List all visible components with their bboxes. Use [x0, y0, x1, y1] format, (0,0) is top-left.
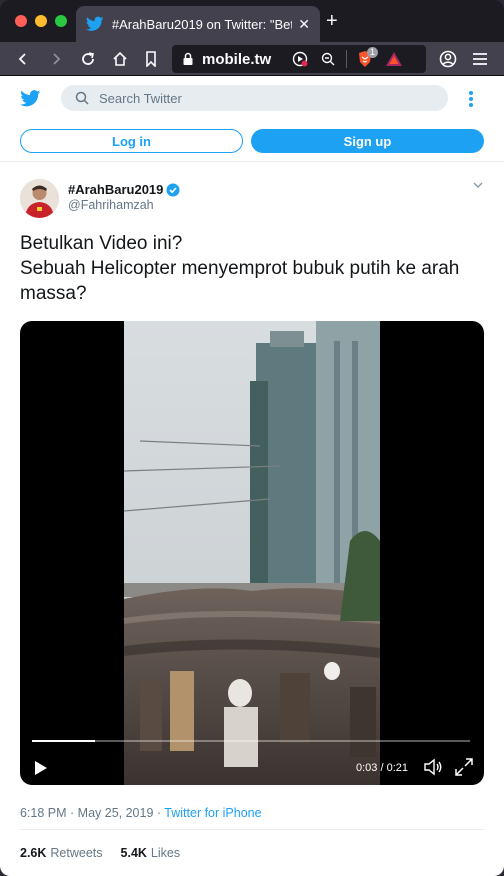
new-tab-button[interactable]: +	[326, 11, 338, 31]
browser-window: #ArahBaru2019 on Twitter: "Betu ✕ + mobi…	[0, 0, 504, 876]
nav-toolbar: mobile.tw 1	[0, 42, 504, 76]
video-progress-track[interactable]	[32, 740, 470, 742]
web-page: Search Twitter Log in Sign up #ArahBaru2…	[0, 76, 504, 876]
profile-button[interactable]	[438, 49, 458, 69]
tweet-text-line-2: Sebuah Helicopter menyemprot bubuk putih…	[20, 258, 460, 304]
more-options-icon[interactable]	[468, 90, 474, 108]
tweet-metadata: 6:18 PM · May 25, 2019 · Twitter for iPh…	[20, 806, 262, 820]
brave-shield-button[interactable]: 1	[357, 47, 379, 68]
volume-icon[interactable]	[423, 757, 443, 777]
video-progress-fill	[32, 740, 95, 742]
close-window-button[interactable]	[15, 15, 27, 27]
twitter-bird-icon	[86, 16, 104, 31]
display-name-text: #ArahBaru2019	[68, 182, 164, 197]
autoplay-blocked-icon[interactable]	[292, 51, 308, 67]
verified-badge-icon	[166, 183, 180, 196]
likes-stat[interactable]: 5.4K Likes	[121, 846, 181, 860]
chevron-down-icon[interactable]	[472, 180, 484, 190]
likes-count: 5.4K	[120, 846, 147, 860]
video-time: 0:03 / 0:21	[356, 762, 408, 774]
tab-close-icon[interactable]: ✕	[298, 16, 310, 33]
forward-arrow-icon	[53, 53, 61, 65]
twitter-logo-icon[interactable]	[20, 90, 41, 107]
fullscreen-icon[interactable]	[455, 758, 473, 776]
tab-title: #ArahBaru2019 on Twitter: "Betu	[111, 16, 293, 32]
account-icon	[439, 50, 457, 68]
retweets-stat[interactable]: 2.6K Retweets	[20, 846, 103, 860]
tweet-text: Betulkan Video ini? Sebuah Helicopter me…	[20, 231, 490, 306]
play-icon[interactable]	[34, 760, 48, 776]
forward-button[interactable]	[46, 49, 66, 69]
stats-divider	[20, 829, 484, 830]
tab-strip: #ArahBaru2019 on Twitter: "Betu ✕ +	[0, 0, 504, 42]
bookmark-icon	[146, 51, 156, 67]
brave-shield-count: 1	[367, 47, 379, 58]
home-icon	[113, 51, 127, 66]
likes-label: Likes	[150, 846, 181, 860]
display-name[interactable]: #ArahBaru2019	[68, 182, 180, 197]
back-arrow-icon	[18, 53, 26, 65]
reload-button[interactable]	[78, 49, 98, 69]
auth-buttons-row: Log in Sign up	[0, 122, 504, 162]
zoom-icon[interactable]	[320, 51, 336, 67]
tweet-text-line-1: Betulkan Video ini?	[20, 233, 183, 254]
tweet-source-link[interactable]: Twitter for iPhone	[164, 806, 261, 820]
avatar[interactable]	[20, 179, 59, 218]
reload-icon	[82, 52, 94, 65]
hamburger-menu-icon	[473, 53, 487, 65]
user-handle[interactable]: @Fahrihamzah	[68, 198, 154, 212]
search-placeholder: Search Twitter	[99, 90, 182, 106]
retweets-label: Retweets	[50, 846, 103, 860]
tweet-timestamp[interactable]: 6:18 PM · May 25, 2019 ·	[20, 806, 164, 820]
brave-rewards-icon[interactable]	[385, 51, 403, 67]
lock-icon	[183, 52, 193, 65]
browser-tab[interactable]: #ArahBaru2019 on Twitter: "Betu ✕	[76, 6, 320, 42]
url-text: mobile.tw	[202, 50, 272, 68]
url-divider	[346, 50, 347, 68]
retweets-count: 2.6K	[20, 846, 47, 860]
sign-up-button[interactable]: Sign up	[251, 129, 484, 153]
tweet-stats: 2.6K Retweets 5.4K Likes	[20, 846, 180, 860]
menu-button[interactable]	[470, 49, 490, 69]
video-player[interactable]: 0:03 / 0:21	[20, 321, 484, 785]
home-button[interactable]	[110, 49, 130, 69]
minimize-window-button[interactable]	[35, 15, 47, 27]
video-frame	[123, 321, 381, 785]
profile-photo-icon	[20, 179, 59, 218]
bookmark-button[interactable]	[141, 49, 161, 69]
twitter-header: Search Twitter	[0, 76, 504, 122]
maximize-window-button[interactable]	[55, 15, 67, 27]
search-icon	[75, 91, 89, 105]
back-button[interactable]	[13, 49, 33, 69]
address-bar[interactable]: mobile.tw 1	[172, 45, 426, 73]
search-input[interactable]: Search Twitter	[61, 85, 448, 111]
log-in-button[interactable]: Log in	[20, 129, 243, 153]
